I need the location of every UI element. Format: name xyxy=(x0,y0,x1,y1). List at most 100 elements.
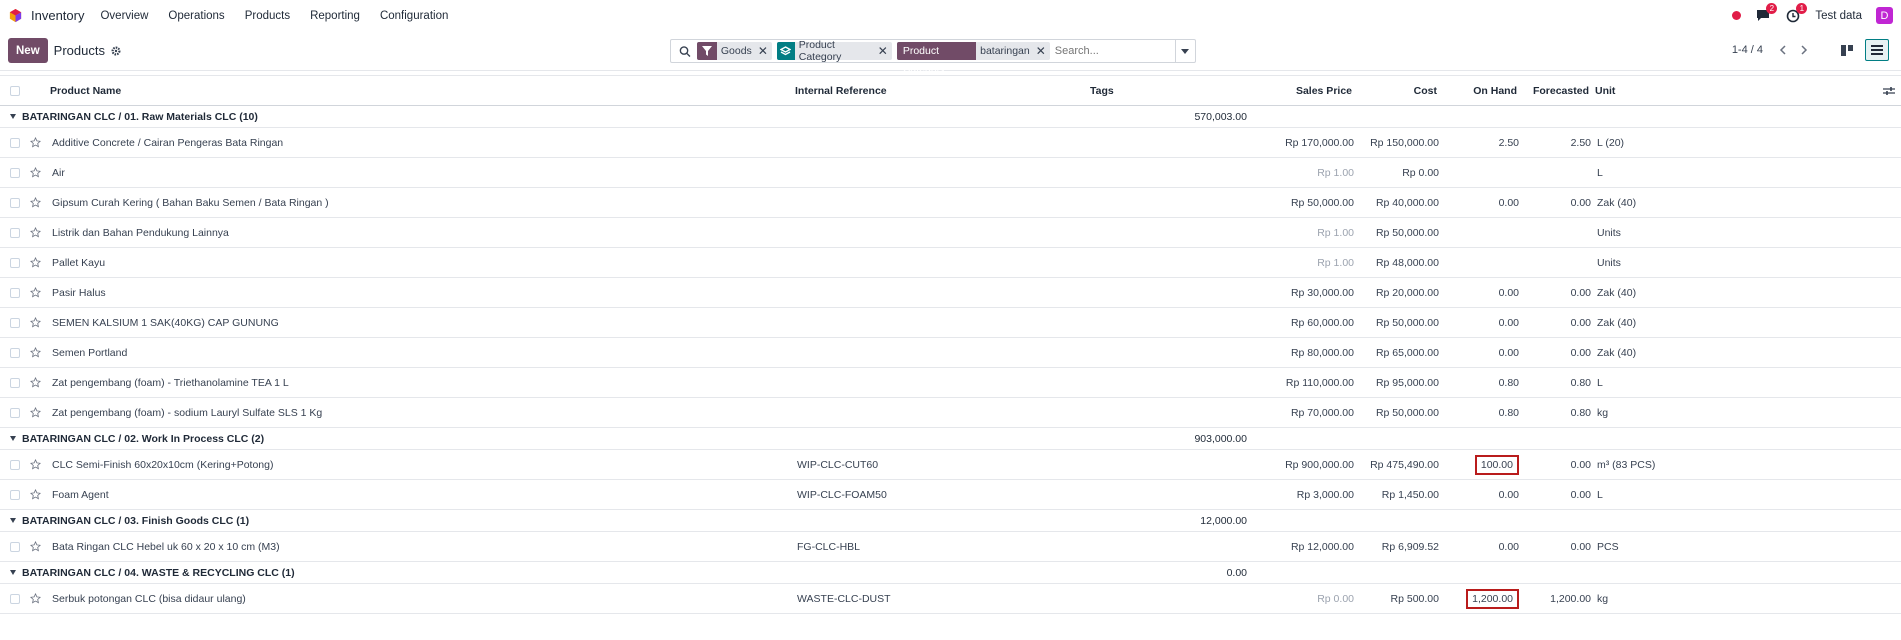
table-row[interactable]: Semen Portland Rp 80,000.00 Rp 65,000.00 0.… xyxy=(0,338,1901,368)
group-title[interactable]: BATARINGAN CLC / 03. Finish Goods CLC (1… xyxy=(0,515,1120,527)
kanban-view-button[interactable] xyxy=(1835,39,1859,61)
col-cost[interactable]: Cost xyxy=(1352,85,1437,97)
col-tags[interactable]: Tags xyxy=(1090,85,1245,97)
product-name[interactable]: Bata Ringan CLC Hebel uk 60 x 20 x 10 cm… xyxy=(52,541,797,553)
favorite-toggle[interactable] xyxy=(30,317,52,328)
star-icon[interactable] xyxy=(30,489,41,500)
star-icon[interactable] xyxy=(30,257,41,268)
favorite-toggle[interactable] xyxy=(30,489,52,500)
menu-operations[interactable]: Operations xyxy=(168,10,224,22)
star-icon[interactable] xyxy=(30,459,41,470)
table-row[interactable]: Pallet Kayu Rp 1.00 Rp 48,000.00 Units xyxy=(0,248,1901,278)
star-icon[interactable] xyxy=(30,407,41,418)
group-title[interactable]: BATARINGAN CLC / 01. Raw Materials CLC (… xyxy=(0,111,1120,123)
table-row[interactable]: CLC Semi-Finish 60x20x10cm (Kering+Poton… xyxy=(0,450,1901,480)
favorite-toggle[interactable] xyxy=(30,593,52,604)
col-internal-reference[interactable]: Internal Reference xyxy=(795,85,1090,97)
col-unit[interactable]: Unit xyxy=(1589,85,1709,97)
row-checkbox[interactable] xyxy=(0,137,30,148)
group-row[interactable]: BATARINGAN CLC / 02. Work In Process CLC… xyxy=(0,428,1901,450)
favorite-toggle[interactable] xyxy=(30,197,52,208)
list-view-button[interactable] xyxy=(1865,39,1889,61)
row-checkbox[interactable] xyxy=(0,347,30,358)
group-row[interactable]: BATARINGAN CLC / 03. Finish Goods CLC (1… xyxy=(0,510,1901,532)
star-icon[interactable] xyxy=(30,287,41,298)
company-switcher[interactable]: Test data xyxy=(1815,10,1862,22)
menu-products[interactable]: Products xyxy=(245,10,290,22)
user-avatar[interactable]: D xyxy=(1876,7,1893,24)
favorite-toggle[interactable] xyxy=(30,347,52,358)
row-checkbox[interactable] xyxy=(0,257,30,268)
table-row[interactable]: Foam Agent WIP-CLC-FOAM50 Rp 3,000.00 Rp 1,… xyxy=(0,480,1901,510)
row-checkbox[interactable] xyxy=(0,377,30,388)
row-checkbox[interactable] xyxy=(0,541,30,552)
star-icon[interactable] xyxy=(30,377,41,388)
product-name[interactable]: Pasir Halus xyxy=(52,287,797,299)
pager-value[interactable]: 1-4 / 4 xyxy=(1732,44,1763,56)
row-checkbox[interactable] xyxy=(0,317,30,328)
facet-remove-icon[interactable]: ✕ xyxy=(1034,44,1050,58)
col-product-name[interactable]: Product Name xyxy=(50,85,795,97)
star-icon[interactable] xyxy=(30,593,41,604)
star-icon[interactable] xyxy=(30,541,41,552)
select-all-checkbox[interactable] xyxy=(0,85,30,96)
product-name[interactable]: Serbuk potongan CLC (bisa didaur ulang) xyxy=(52,593,797,605)
messages-button[interactable]: 2 xyxy=(1755,2,1778,24)
gear-icon[interactable] xyxy=(111,45,121,56)
favorite-toggle[interactable] xyxy=(30,377,52,388)
row-checkbox[interactable] xyxy=(0,593,30,604)
search-input[interactable] xyxy=(1054,45,1175,57)
star-icon[interactable] xyxy=(30,227,41,238)
menu-configuration[interactable]: Configuration xyxy=(380,10,448,22)
row-checkbox[interactable] xyxy=(0,459,30,470)
table-row[interactable]: Zat pengembang (foam) - Triethanolamine … xyxy=(0,368,1901,398)
row-checkbox[interactable] xyxy=(0,407,30,418)
table-row[interactable]: Pasir Halus Rp 30,000.00 Rp 20,000.00 0.00 0… xyxy=(0,278,1901,308)
row-checkbox[interactable] xyxy=(0,287,30,298)
product-name[interactable]: Air xyxy=(52,167,797,179)
facet-remove-icon[interactable]: ✕ xyxy=(756,44,772,58)
table-row[interactable]: Air Rp 1.00 Rp 0.00 L xyxy=(0,158,1901,188)
product-name[interactable]: Gipsum Curah Kering ( Bahan Baku Semen /… xyxy=(52,197,797,209)
pager-previous-button[interactable] xyxy=(1775,43,1789,57)
group-row[interactable]: BATARINGAN CLC / 04. WASTE & RECYCLING C… xyxy=(0,562,1901,584)
favorite-toggle[interactable] xyxy=(30,167,52,178)
star-icon[interactable] xyxy=(30,137,41,148)
favorite-toggle[interactable] xyxy=(30,287,52,298)
pager-next-button[interactable] xyxy=(1797,43,1811,57)
table-row[interactable]: Zat pengembang (foam) - sodium Lauryl Su… xyxy=(0,398,1901,428)
menu-overview[interactable]: Overview xyxy=(100,10,148,22)
favorite-toggle[interactable] xyxy=(30,407,52,418)
facet-remove-icon[interactable]: ✕ xyxy=(876,44,892,58)
star-icon[interactable] xyxy=(30,347,41,358)
col-forecasted[interactable]: Forecasted xyxy=(1517,85,1589,97)
product-name[interactable]: Foam Agent xyxy=(52,489,797,501)
group-title[interactable]: BATARINGAN CLC / 04. WASTE & RECYCLING C… xyxy=(0,567,1120,579)
col-sales-price[interactable]: Sales Price xyxy=(1245,85,1352,97)
table-row[interactable]: Bata Ringan CLC Hebel uk 60 x 20 x 10 cm… xyxy=(0,532,1901,562)
group-row[interactable]: BATARINGAN CLC / 01. Raw Materials CLC (… xyxy=(0,106,1901,128)
star-icon[interactable] xyxy=(30,317,41,328)
favorite-toggle[interactable] xyxy=(30,137,52,148)
col-on-hand[interactable]: On Hand xyxy=(1437,85,1517,97)
product-name[interactable]: Additive Concrete / Cairan Pengeras Bata… xyxy=(52,137,797,149)
inventory-app-icon[interactable] xyxy=(8,8,23,23)
status-dot-icon[interactable] xyxy=(1732,11,1742,20)
search-icon[interactable] xyxy=(679,45,691,58)
product-name[interactable]: SEMEN KALSIUM 1 SAK(40KG) CAP GUNUNG xyxy=(52,317,797,329)
product-name[interactable]: CLC Semi-Finish 60x20x10cm (Kering+Poton… xyxy=(52,459,797,471)
table-row[interactable]: Additive Concrete / Cairan Pengeras Bata… xyxy=(0,128,1901,158)
table-row[interactable]: Gipsum Curah Kering ( Bahan Baku Semen /… xyxy=(0,188,1901,218)
row-checkbox[interactable] xyxy=(0,197,30,208)
activities-button[interactable]: 1 xyxy=(1785,2,1808,24)
table-row[interactable]: Listrik dan Bahan Pendukung Lainnya Rp 1.… xyxy=(0,218,1901,248)
row-checkbox[interactable] xyxy=(0,227,30,238)
product-name[interactable]: Pallet Kayu xyxy=(52,257,797,269)
new-button[interactable]: New xyxy=(8,38,48,63)
table-row[interactable]: SEMEN KALSIUM 1 SAK(40KG) CAP GUNUNG Rp 6… xyxy=(0,308,1901,338)
app-name[interactable]: Inventory xyxy=(31,8,84,23)
product-name[interactable]: Semen Portland xyxy=(52,347,797,359)
row-checkbox[interactable] xyxy=(0,167,30,178)
group-title[interactable]: BATARINGAN CLC / 02. Work In Process CLC… xyxy=(0,433,1120,445)
favorite-toggle[interactable] xyxy=(30,459,52,470)
